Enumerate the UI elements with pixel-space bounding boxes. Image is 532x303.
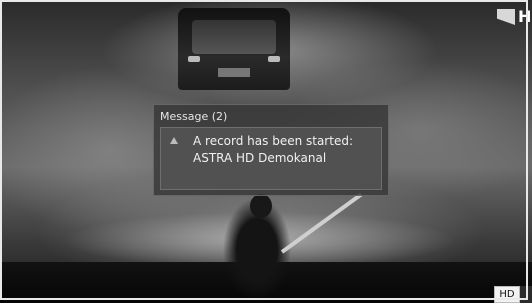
message-line: ASTRA HD Demokanal: [193, 151, 327, 165]
channel-logo-letter: H: [518, 7, 532, 26]
message-text: A record has been started: ASTRA HD Demo…: [193, 133, 353, 167]
channel-logo-mark: [497, 9, 515, 25]
hd-badge: HD: [494, 286, 520, 303]
warning-icon: [170, 137, 178, 144]
message-line: A record has been started:: [193, 134, 353, 148]
background-figure: [222, 192, 363, 303]
hd-badge-extension: [520, 286, 532, 303]
channel-logo: H: [497, 6, 532, 28]
tv-screen: H Message (2) A record has been started:…: [0, 0, 532, 303]
message-title: Message (2): [160, 110, 228, 123]
message-popup: Message (2) A record has been started: A…: [153, 104, 389, 196]
message-body: A record has been started: ASTRA HD Demo…: [160, 127, 382, 190]
background-car: [178, 8, 290, 90]
